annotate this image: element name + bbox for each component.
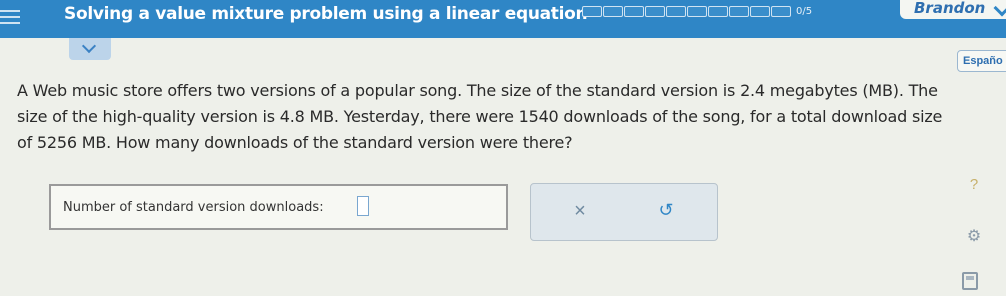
answer-panel: Number of standard version downloads: [49,184,508,230]
language-toggle-button[interactable]: Españo [957,50,1006,72]
progress-count: 0/5 [796,5,813,17]
progress-segment [687,5,707,17]
help-icon[interactable]: ? [958,176,990,193]
user-name: Brandon [914,0,986,17]
menu-icon[interactable] [0,10,20,26]
tools-icon[interactable]: ⚙ [958,226,990,246]
progress-segment [582,5,602,17]
calculator-icon[interactable] [962,272,978,290]
question-text: A Web music store offers two versions of… [17,81,943,152]
answer-label: Number of standard version downloads: [63,200,324,215]
progress-segment [666,5,686,17]
progress-segment [771,5,791,17]
user-menu[interactable]: Brandon [900,0,1006,19]
progress-indicator: 0/5 [582,5,812,17]
progress-segment [603,5,623,17]
clear-icon[interactable]: × [567,200,593,226]
chevron-down-icon [81,38,97,54]
answer-controls: × ↺ [530,183,718,241]
progress-segment [624,5,644,17]
answer-input[interactable] [357,196,369,216]
progress-segment [729,5,749,17]
header-bar: Solving a value mixture problem using a … [0,0,1006,38]
progress-segment [645,5,665,17]
collapse-header-button[interactable] [69,38,111,60]
progress-segment [708,5,728,17]
page-title: Solving a value mixture problem using a … [64,4,588,24]
chevron-down-icon [993,0,1006,17]
progress-segment [750,5,770,17]
undo-icon[interactable]: ↺ [653,200,679,226]
